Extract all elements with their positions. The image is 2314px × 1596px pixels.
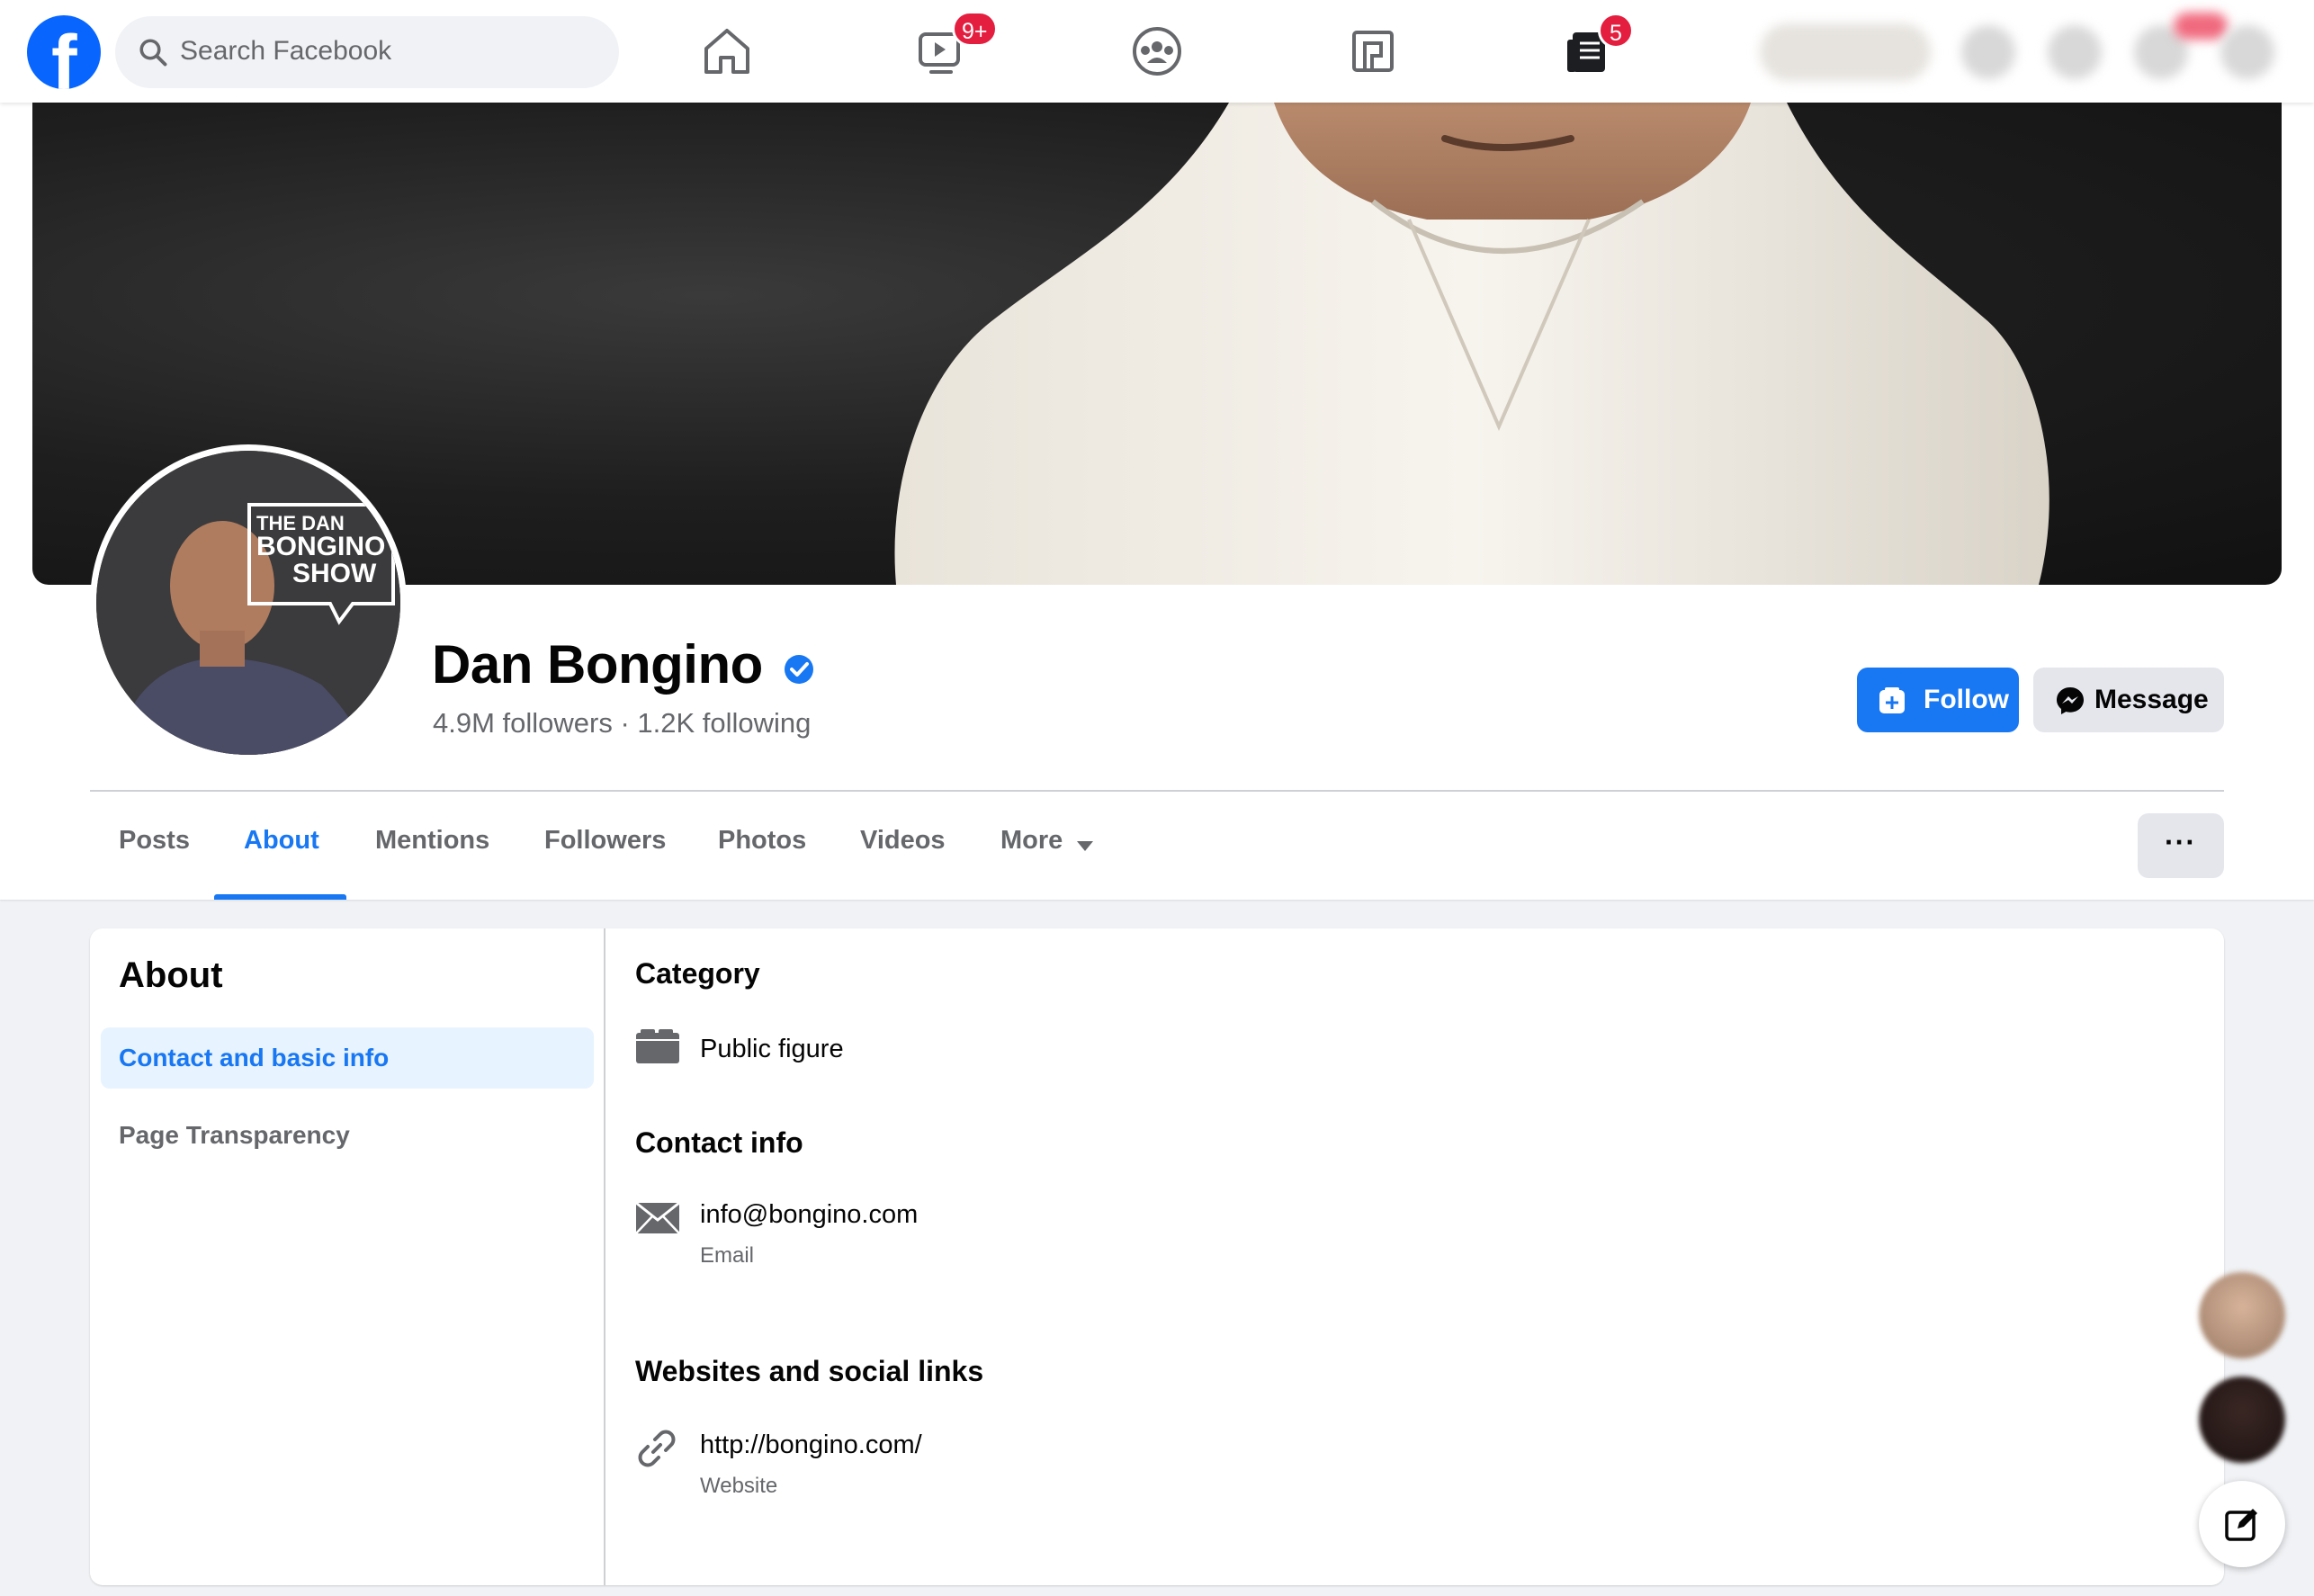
verified-badge-icon [785, 655, 813, 684]
logo-letter: f [51, 20, 77, 89]
tab-photos[interactable]: Photos [718, 820, 806, 900]
top-navigation-bar: f Search Facebook 9+ 5 [0, 0, 2314, 103]
profile-shortcut[interactable] [1760, 23, 1931, 81]
gaming-icon [1352, 31, 1394, 72]
about-nav-contact-info[interactable]: Contact and basic info [101, 1027, 594, 1089]
followers-count[interactable]: 4.9M followers · 1.2K following [433, 707, 811, 740]
notifications-badge [2174, 13, 2228, 40]
tab-more[interactable]: More [1000, 820, 1063, 900]
profile-picture-image [96, 451, 400, 755]
message-button[interactable]: Message [2033, 668, 2224, 732]
profile-header: THE DAN BONGINO SHOW Dan Bongino 4.9M fo… [0, 103, 2314, 900]
follow-label: Follow [1924, 685, 2009, 714]
link-icon [638, 1430, 676, 1467]
messenger-icon [2057, 687, 2084, 714]
logo-line-3: SHOW [292, 559, 377, 588]
news-notification-badge: 5 [1598, 13, 1634, 49]
email-icon [635, 1202, 680, 1234]
logo-line-1: THE DAN [256, 512, 345, 534]
active-tab-indicator [214, 894, 346, 900]
category-heading: Category [635, 957, 760, 990]
about-heading: About [119, 955, 223, 995]
home-icon [704, 29, 749, 74]
new-message-button[interactable] [2199, 1481, 2285, 1567]
search-placeholder: Search Facebook [180, 36, 392, 66]
header-divider [90, 790, 2224, 792]
email-label: Email [700, 1243, 755, 1268]
account-button[interactable] [2220, 25, 2274, 79]
search-icon [139, 39, 167, 67]
chat-contact-avatar[interactable] [2199, 1376, 2285, 1463]
website-value[interactable]: http://bongino.com/ [700, 1430, 922, 1460]
show-logo-text: THE DAN BONGINO SHOW [256, 514, 385, 587]
websites-heading: Websites and social links [635, 1355, 984, 1387]
about-card: About Contact and basic info Page Transp… [90, 928, 2224, 1585]
tab-about[interactable]: About [244, 820, 319, 900]
message-label: Message [2094, 685, 2209, 714]
menu-button[interactable] [1961, 25, 2015, 79]
tab-followers[interactable]: Followers [544, 820, 666, 900]
email-value[interactable]: info@bongino.com [700, 1200, 918, 1230]
caret-down-icon [1077, 841, 1093, 851]
contact-info-heading: Contact info [635, 1126, 803, 1159]
chat-contact-avatar[interactable] [2199, 1272, 2285, 1358]
about-nav-page-transparency[interactable]: Page Transparency [119, 1105, 350, 1166]
tab-videos[interactable]: Videos [860, 820, 946, 900]
category-icon [636, 1029, 679, 1063]
nav-home[interactable] [695, 20, 758, 83]
profile-picture[interactable]: THE DAN BONGINO SHOW [90, 444, 407, 761]
more-options-button[interactable]: ··· [2138, 813, 2224, 878]
account-controls [1745, 13, 2314, 88]
page-title: Dan Bongino [432, 634, 763, 695]
logo-line-2: BONGINO [256, 532, 386, 561]
watch-notification-badge: 9+ [952, 11, 998, 47]
groups-icon [1133, 27, 1181, 76]
about-divider [604, 928, 605, 1585]
tab-posts[interactable]: Posts [119, 820, 190, 900]
search-input[interactable]: Search Facebook [115, 16, 619, 88]
category-value: Public figure [700, 1035, 844, 1063]
facebook-logo[interactable]: f [27, 15, 101, 89]
compose-icon [2225, 1509, 2257, 1541]
nav-groups[interactable] [1126, 20, 1188, 83]
follow-button[interactable]: Follow [1857, 668, 2019, 732]
cover-person-image [894, 103, 2049, 585]
nav-gaming[interactable] [1341, 20, 1404, 83]
messenger-button[interactable] [2048, 25, 2102, 79]
more-options-icon: ··· [2165, 826, 2196, 858]
website-label: Website [700, 1474, 778, 1498]
follow-icon [1879, 687, 1905, 713]
tab-mentions[interactable]: Mentions [375, 820, 489, 900]
